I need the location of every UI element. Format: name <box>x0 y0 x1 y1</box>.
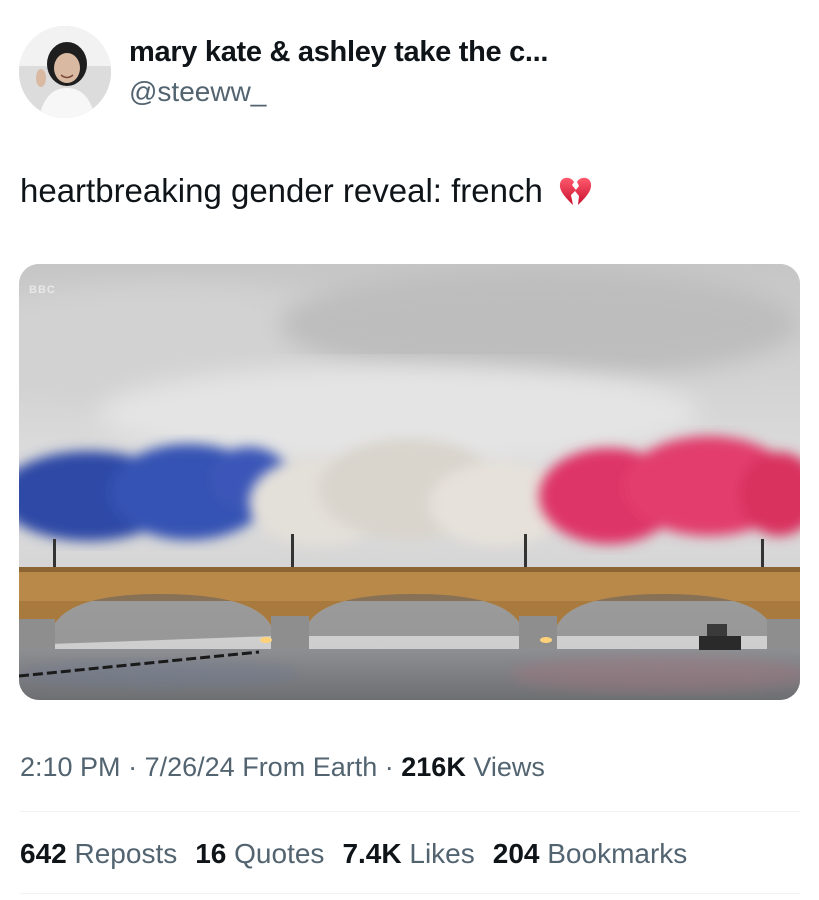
broken-heart-icon <box>557 173 593 209</box>
likes-count: 7.4K <box>342 838 402 869</box>
tweet-media[interactable]: BBC <box>19 264 800 700</box>
views-label: Views <box>473 752 545 782</box>
likes-stat[interactable]: 7.4K Likes <box>342 838 474 870</box>
bookmarks-count: 204 <box>492 838 540 869</box>
display-name[interactable]: mary kate & ashley take the c... <box>129 36 548 69</box>
reposts-count: 642 <box>20 838 67 869</box>
divider <box>20 811 800 812</box>
quotes-count: 16 <box>195 838 227 869</box>
tweet-source: From Earth <box>242 752 378 782</box>
meta-separator: · <box>128 752 138 782</box>
user-handle[interactable]: @steeww_ <box>129 76 266 108</box>
views-count: 216K <box>401 752 466 782</box>
divider <box>20 893 800 894</box>
bookmarks-stat[interactable]: 204 Bookmarks <box>493 838 688 870</box>
tweet-text-row: heartbreaking gender reveal: french <box>20 172 593 210</box>
meta-separator: · <box>384 752 394 782</box>
media-watermark: BBC <box>29 284 56 296</box>
reposts-stat[interactable]: 642 Reposts <box>20 838 177 870</box>
reposts-label: Reposts <box>74 838 178 869</box>
quotes-stat[interactable]: 16 Quotes <box>195 838 324 870</box>
quotes-label: Quotes <box>234 838 325 869</box>
tweet-text: heartbreaking gender reveal: french <box>20 172 543 209</box>
tweet-time[interactable]: 2:10 PM <box>20 752 121 782</box>
likes-label: Likes <box>409 838 475 869</box>
avatar-image <box>19 26 111 118</box>
tweet-stats: 642 Reposts 16 Quotes 7.4K Likes 204 Boo… <box>20 838 687 870</box>
tweet-meta: 2:10 PM · 7/26/24 From Earth · 216K View… <box>20 752 545 783</box>
bookmarks-label: Bookmarks <box>547 838 688 869</box>
tweet-date[interactable]: 7/26/24 <box>145 752 235 782</box>
media-image <box>19 264 800 700</box>
avatar[interactable] <box>19 26 111 118</box>
